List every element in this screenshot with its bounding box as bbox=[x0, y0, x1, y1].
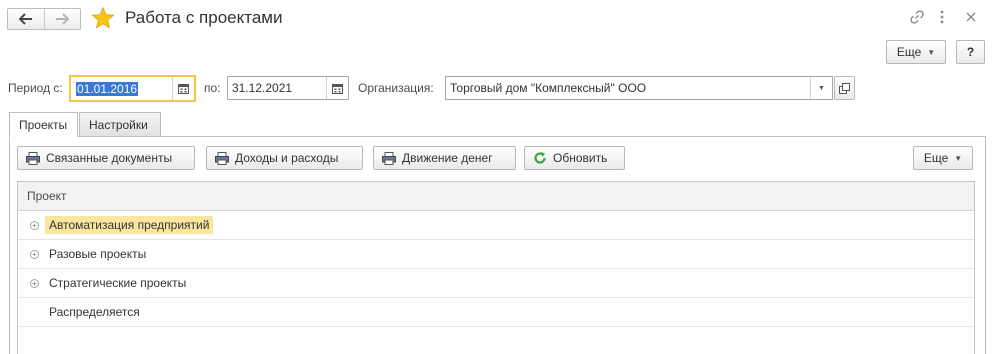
organization-value[interactable]: Торговый дом "Комплексный" ООО bbox=[446, 81, 810, 95]
more-vertical-icon[interactable] bbox=[939, 9, 945, 25]
printer-icon bbox=[26, 151, 40, 165]
expand-icon[interactable]: + bbox=[30, 249, 39, 259]
toolbar-more-button[interactable]: Еще ▼ bbox=[913, 146, 973, 170]
organization-field[interactable]: Торговый дом "Комплексный" ООО ▼ bbox=[445, 76, 833, 100]
arrow-right-icon bbox=[56, 13, 70, 25]
link-icon[interactable] bbox=[909, 9, 925, 25]
open-window-icon bbox=[839, 82, 850, 94]
printer-icon bbox=[215, 151, 229, 165]
chevron-down-icon: ▼ bbox=[954, 153, 963, 163]
forward-button[interactable] bbox=[45, 9, 81, 29]
calendar-button[interactable] bbox=[172, 77, 194, 100]
table-row[interactable]: + Разовые проекты bbox=[18, 240, 974, 269]
star-icon[interactable] bbox=[91, 6, 115, 30]
calendar-icon bbox=[332, 83, 343, 94]
close-icon[interactable] bbox=[965, 9, 977, 25]
period-from-field[interactable]: 01.01.2016 bbox=[69, 75, 196, 102]
row-label: Автоматизация предприятий bbox=[45, 216, 214, 234]
title-bar: Работа с проектами bbox=[0, 0, 994, 38]
income-expense-button[interactable]: Доходы и расходы bbox=[206, 146, 363, 170]
period-to-label: по: bbox=[204, 81, 221, 95]
calendar-icon bbox=[178, 84, 189, 94]
header-more-button[interactable]: Еще ▼ bbox=[886, 40, 946, 64]
help-label: ? bbox=[966, 45, 975, 59]
projects-table: Проект + Автоматизация предприятий + Раз… bbox=[17, 181, 975, 354]
tab-label: Настройки bbox=[89, 117, 148, 132]
dropdown-button[interactable]: ▼ bbox=[810, 77, 832, 99]
arrow-left-icon bbox=[18, 13, 32, 25]
back-button[interactable] bbox=[8, 9, 44, 29]
period-to-field[interactable]: 31.12.2021 bbox=[227, 76, 349, 100]
header-more-label: Еще bbox=[896, 45, 922, 59]
related-docs-label: Связанные документы bbox=[46, 151, 173, 165]
chevron-down-icon: ▼ bbox=[927, 47, 936, 57]
cash-flow-button[interactable]: Движение денег bbox=[373, 146, 516, 170]
tab-label: Проекты bbox=[19, 117, 68, 132]
nav-buttons bbox=[7, 8, 81, 30]
tab-projects[interactable]: Проекты bbox=[9, 112, 78, 137]
expand-icon[interactable]: + bbox=[30, 220, 39, 230]
cash-flow-label: Движение денег bbox=[402, 151, 493, 165]
row-label: Стратегические проекты bbox=[49, 276, 187, 290]
period-from-value[interactable]: 01.01.2016 bbox=[76, 81, 139, 96]
toolbar-more-label: Еще bbox=[923, 151, 949, 165]
printer-icon bbox=[382, 151, 396, 165]
help-button[interactable]: ? bbox=[956, 40, 985, 64]
chevron-down-icon: ▼ bbox=[818, 84, 825, 92]
expand-icon[interactable]: + bbox=[30, 278, 39, 288]
refresh-icon bbox=[534, 152, 546, 164]
open-organization-button[interactable] bbox=[834, 76, 855, 100]
period-from-label: Период с: bbox=[8, 81, 63, 95]
table-row[interactable]: Распределяется bbox=[18, 298, 974, 327]
income-expense-label: Доходы и расходы bbox=[235, 151, 339, 165]
table-row[interactable]: + Автоматизация предприятий bbox=[18, 211, 974, 240]
refresh-button[interactable]: Обновить bbox=[524, 146, 625, 170]
calendar-button[interactable] bbox=[326, 77, 348, 99]
organization-label: Организация: bbox=[358, 81, 434, 95]
page-title: Работа с проектами bbox=[125, 8, 283, 27]
column-header-label: Проект bbox=[27, 189, 67, 203]
row-label: Распределяется bbox=[49, 305, 140, 319]
period-to-value[interactable]: 31.12.2021 bbox=[228, 81, 326, 95]
table-row[interactable]: + Стратегические проекты bbox=[18, 269, 974, 298]
refresh-label: Обновить bbox=[553, 151, 608, 165]
tab-settings[interactable]: Настройки bbox=[79, 112, 161, 137]
column-header-project[interactable]: Проект bbox=[18, 182, 974, 211]
row-label: Разовые проекты bbox=[49, 247, 147, 261]
related-docs-button[interactable]: Связанные документы bbox=[17, 146, 195, 170]
